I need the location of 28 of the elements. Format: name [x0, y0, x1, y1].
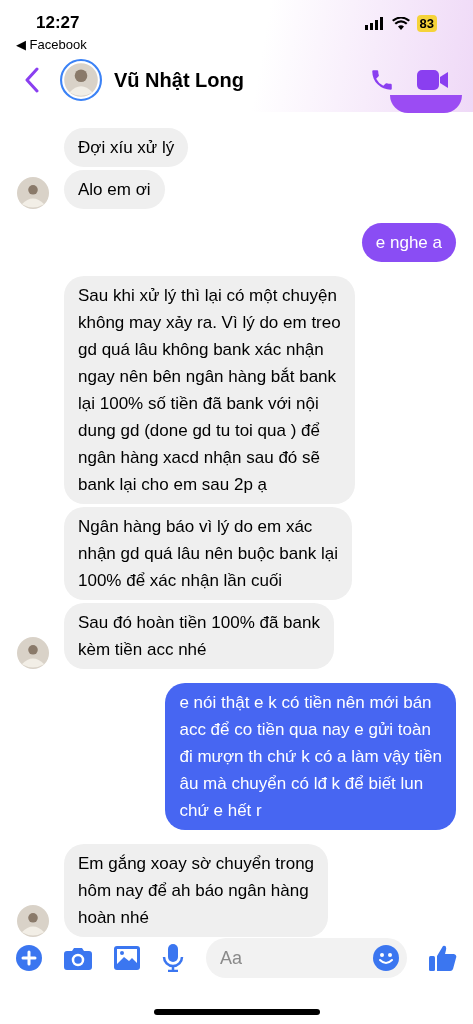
avatar	[17, 637, 49, 669]
message-bubble: Ngân hàng báo vì lý do em xác nhận gd quá lâu nên buộc bank lại 100% để xác nhận lần cuối	[64, 507, 352, 600]
back-icon[interactable]	[24, 67, 40, 93]
message-bubble: Sau đó hoàn tiền 100% đã bank kèm tiền acc nhé	[64, 603, 334, 669]
emoji-icon[interactable]	[373, 945, 399, 971]
clock: 12:27	[36, 12, 80, 34]
message-bubble: e nghe a	[361, 223, 456, 262]
video-camera-icon[interactable]	[417, 68, 449, 92]
camera-icon[interactable]	[64, 946, 92, 970]
back-to-app-link[interactable]: ◀ Facebook	[16, 37, 87, 52]
battery-level: 83	[416, 15, 437, 32]
signal-icon	[364, 17, 385, 30]
image-icon[interactable]	[114, 946, 140, 970]
plus-icon[interactable]	[16, 945, 42, 971]
message-bubble: Sau khi xử lý thì lại có một chuyện không may xảy ra. Vì lý do em treo gd quá lâu không bank xác nhận ngay nên bên ngân hàng bắt bank lại 100% số tiền đã bank với nội dung gd (done gd tu toi qua ) để ngân hàng xacd nhận sau đó sẽ bank lại cho em sau 2p ạ	[64, 276, 355, 504]
phone-icon[interactable]	[369, 67, 395, 93]
message-bubble: Em gắng xoay sờ chuyển trong hôm nay để ah báo ngân hàng hoàn nhé	[64, 844, 329, 937]
message-bubble: Đợi xíu xử lý	[64, 128, 189, 167]
thumbs-up-icon[interactable]	[429, 944, 457, 972]
message-input[interactable]: Aa	[206, 938, 407, 978]
message-bubble: e nói thật e k có tiền nên mới bán acc để co tiền qua nay e gửi toàn đi mượn th chứ k có a làm vậy tiền âu mà chuyển có lđ k để biết lun chứ e hết r	[165, 683, 456, 830]
avatar	[17, 905, 49, 937]
avatar	[60, 59, 102, 101]
wifi-icon	[391, 17, 410, 30]
avatar	[17, 177, 49, 209]
contact-name: Vũ Nhật Long	[114, 68, 244, 93]
microphone-icon[interactable]	[162, 944, 184, 972]
message-bubble: Alo em ơi	[64, 170, 165, 209]
